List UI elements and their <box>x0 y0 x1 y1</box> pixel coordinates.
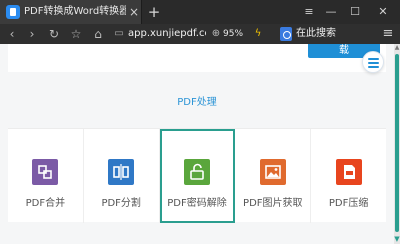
browser-menu-icon[interactable]: ≡ <box>380 26 396 42</box>
tab-close-icon[interactable]: × <box>128 5 140 19</box>
tool-pdf-unlock[interactable]: PDF密码解除 <box>159 129 236 223</box>
page-scrollbar[interactable]: ▲ ▼ <box>394 44 400 244</box>
browser-tab-bar: PDF转换成Word转换器在线免费... × + ≡ — ☐ ✕ <box>0 0 400 24</box>
tool-label: PDF分割 <box>101 198 141 209</box>
compress-icon <box>335 159 362 185</box>
tool-pdf-compress[interactable]: PDF压缩 <box>311 129 386 223</box>
zoom-icon[interactable]: ⊕ <box>210 27 222 41</box>
pdf-tools-grid: PDF合并 PDF分割 PDF密码解除 PDF图片获取 PDF压缩 <box>8 128 386 223</box>
unlock-icon <box>183 159 210 185</box>
image-icon <box>259 159 286 185</box>
hamburger-line <box>368 62 379 64</box>
new-tab-icon[interactable]: + <box>146 4 162 20</box>
search-engine-icon[interactable] <box>280 27 292 41</box>
scroll-down-icon[interactable]: ▼ <box>394 234 400 244</box>
bookmark-icon[interactable]: ☆ <box>68 26 84 42</box>
window-menu-icon[interactable]: ≡ <box>300 4 318 20</box>
minimize-icon[interactable]: — <box>322 4 340 20</box>
search-input[interactable]: 在此搜索 <box>296 27 356 41</box>
browser-tab[interactable]: PDF转换成Word转换器在线免费... × <box>0 0 142 24</box>
page-info-icon[interactable]: ▭ <box>113 27 125 41</box>
hamburger-line <box>368 58 379 60</box>
split-icon <box>108 159 135 185</box>
tool-label: PDF密码解除 <box>167 198 227 209</box>
back-icon[interactable]: ‹ <box>4 26 20 42</box>
forward-icon[interactable]: › <box>24 26 40 42</box>
url-field[interactable]: app.xunjiepdf.co <box>128 27 206 41</box>
scroll-up-icon[interactable]: ▲ <box>394 44 400 52</box>
home-icon[interactable]: ⌂ <box>90 26 106 42</box>
tab-title: PDF转换成Word转换器在线免费... <box>24 6 126 17</box>
speed-mode-icon[interactable]: ϟ <box>252 27 264 41</box>
tool-pdf-image-extract[interactable]: PDF图片获取 <box>235 129 312 223</box>
tool-pdf-split[interactable]: PDF分割 <box>84 129 160 223</box>
pdf-site-favicon-icon <box>6 5 20 19</box>
tool-label: PDF压缩 <box>328 198 369 209</box>
tool-label: PDF合并 <box>25 198 66 209</box>
tool-label: PDF图片获取 <box>243 198 303 209</box>
zoom-level[interactable]: 95% <box>223 27 251 41</box>
window-close-icon[interactable]: ✕ <box>374 4 392 20</box>
section-title: PDF处理 <box>177 97 217 108</box>
reload-icon[interactable]: ↻ <box>46 26 62 42</box>
floating-menu-button[interactable] <box>362 51 384 73</box>
hamburger-line <box>368 66 379 68</box>
merge-icon <box>32 159 59 185</box>
maximize-icon[interactable]: ☐ <box>346 4 364 20</box>
scroll-thumb[interactable] <box>395 54 399 232</box>
browser-address-bar: ‹ › ↻ ☆ ⌂ ▭ app.xunjiepdf.co ⊕ 95% ϟ 在此搜… <box>0 24 400 44</box>
tool-pdf-merge[interactable]: PDF合并 <box>8 129 84 223</box>
